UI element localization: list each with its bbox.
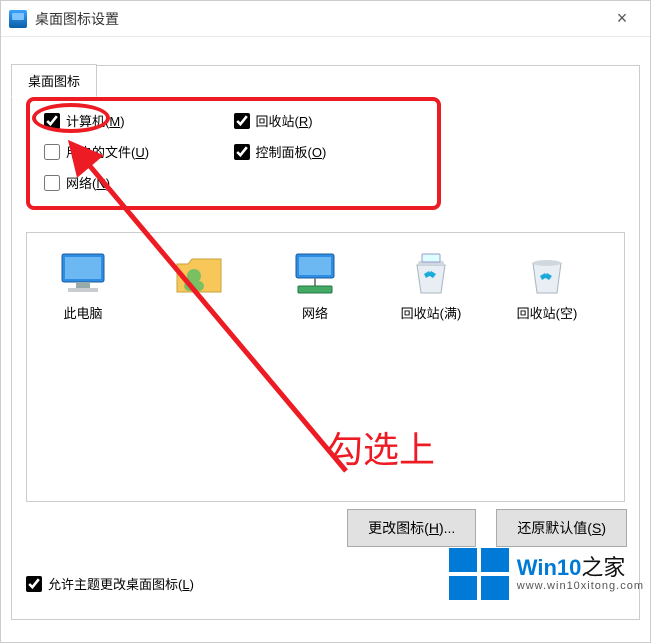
icon-row: 此电脑	[37, 251, 614, 322]
recycle-bin-full-icon	[404, 251, 458, 297]
checkbox-user-files[interactable]: 用户的文件(U)	[44, 142, 234, 161]
tab-area: 桌面图标 桌面图标 计算机(M) 回收站(R)	[1, 65, 650, 620]
dialog-window: 桌面图标设置 × 桌面图标 桌面图标 计算机(M) 回收站(R)	[0, 0, 651, 643]
icon-label: 此电脑	[63, 303, 102, 322]
window-title: 桌面图标设置	[35, 9, 119, 29]
checkbox-recycle-label: 回收站(R)	[256, 111, 313, 130]
watermark-logo: Win10之家 www.win10xitong.com	[449, 548, 644, 600]
titlebar: 桌面图标设置 ×	[1, 1, 650, 37]
user-folder-icon	[172, 251, 226, 297]
allow-theme-label: 允许主题更改桌面图标(L)	[48, 574, 194, 593]
checkbox-network[interactable]: 网络(N)	[44, 173, 279, 192]
checkbox-computer-label: 计算机(M)	[66, 111, 125, 130]
button-row: 更改图标(H)... 还原默认值(S)	[347, 509, 627, 547]
tab-desktop-icons[interactable]: 桌面图标	[11, 64, 97, 97]
allow-theme-input[interactable]	[26, 576, 42, 592]
checkbox-control-panel[interactable]: 控制面板(O)	[234, 142, 424, 161]
icon-item-network[interactable]: 网络	[275, 251, 355, 322]
watermark-text: Win10之家 www.win10xitong.com	[517, 557, 644, 592]
allow-theme-checkbox[interactable]: 允许主题更改桌面图标(L)	[26, 574, 194, 593]
icon-label: 网络	[302, 303, 328, 322]
windows-logo-icon	[449, 548, 509, 600]
checkbox-recycle-input[interactable]	[234, 113, 250, 129]
recycle-bin-empty-icon	[520, 251, 574, 297]
app-icon	[9, 10, 27, 28]
icon-item-user[interactable]	[159, 251, 239, 322]
change-icon-button[interactable]: 更改图标(H)...	[347, 509, 476, 547]
checkbox-network-input[interactable]	[44, 175, 60, 191]
checkbox-network-label: 网络(N)	[66, 173, 110, 192]
desktop-icons-checkbox-group: 计算机(M) 回收站(R) 用户的文件(U) 控制面板(O)	[26, 97, 441, 210]
icon-preview-panel: 此电脑	[26, 232, 625, 502]
checkbox-computer[interactable]: 计算机(M)	[44, 111, 234, 130]
checkbox-controlpanel-input[interactable]	[234, 144, 250, 160]
checkbox-userfiles-input[interactable]	[44, 144, 60, 160]
icon-item-recyclebin-empty[interactable]: 回收站(空)	[507, 251, 587, 322]
monitor-icon	[56, 251, 110, 297]
network-icon	[288, 251, 342, 297]
icon-item-recyclebin-full[interactable]: 回收站(满)	[391, 251, 471, 322]
icon-label: 回收站(空)	[517, 303, 578, 322]
icon-label: 回收站(满)	[401, 303, 462, 322]
tab-panel: 桌面图标 计算机(M) 回收站(R) 用户的文件	[11, 65, 640, 620]
close-button[interactable]: ×	[602, 8, 642, 29]
icon-item-thispc[interactable]: 此电脑	[43, 251, 123, 322]
checkbox-computer-input[interactable]	[44, 113, 60, 129]
checkbox-userfiles-label: 用户的文件(U)	[66, 142, 149, 161]
checkbox-recycle-bin[interactable]: 回收站(R)	[234, 111, 424, 130]
checkbox-controlpanel-label: 控制面板(O)	[256, 142, 327, 161]
restore-default-button[interactable]: 还原默认值(S)	[496, 509, 627, 547]
